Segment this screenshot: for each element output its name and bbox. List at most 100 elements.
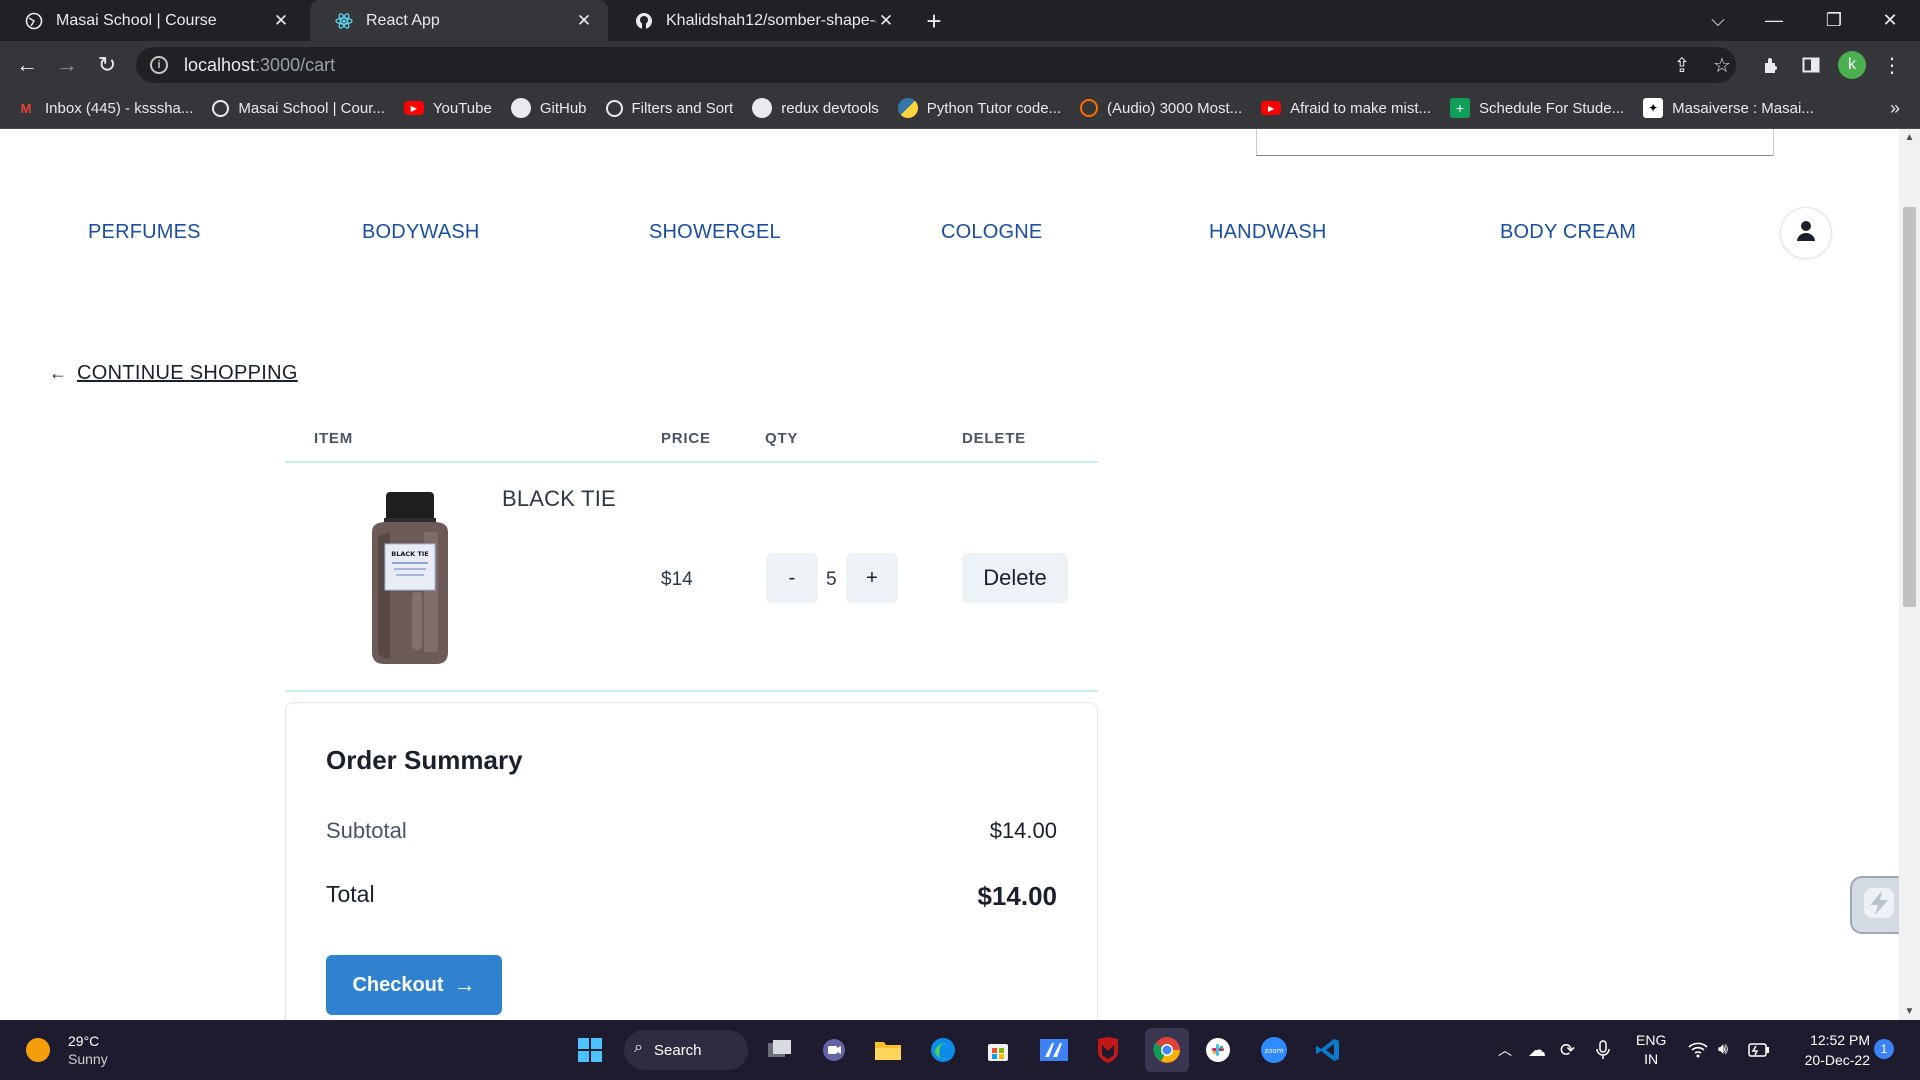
tab-search-icon[interactable]: ⌵ xyxy=(1690,0,1746,41)
nav-link-body-cream[interactable]: BODY CREAM xyxy=(1500,221,1636,244)
close-tab-icon[interactable]: ✕ xyxy=(271,11,291,31)
scroll-up-icon[interactable]: ▲ xyxy=(1899,129,1920,146)
close-tab-icon[interactable]: ✕ xyxy=(574,11,594,31)
bookmark-item[interactable]: M Inbox (445) - ksssha... xyxy=(16,98,194,118)
profile-avatar[interactable]: k xyxy=(1838,51,1866,79)
tab-github-repo[interactable]: Khalidshah12/somber-shape-478 ✕ xyxy=(610,0,910,41)
svg-text:BLACK TIE: BLACK TIE xyxy=(391,550,429,558)
github-icon xyxy=(510,98,531,118)
bookmark-item[interactable]: redux devtools xyxy=(752,98,879,118)
url-host: localhost xyxy=(184,54,256,75)
back-icon[interactable]: ← xyxy=(9,47,45,83)
windows-start-icon[interactable] xyxy=(572,1032,608,1068)
account-button[interactable] xyxy=(1780,207,1832,259)
user-icon xyxy=(1796,220,1816,247)
site-info-icon[interactable]: i xyxy=(150,56,168,74)
nav-link-perfumes[interactable]: PERFUMES xyxy=(88,221,201,244)
file-explorer-icon[interactable] xyxy=(870,1032,906,1068)
bookmark-item[interactable]: ✦ Masaiverse : Masai... xyxy=(1643,98,1814,118)
globe-icon xyxy=(605,99,623,117)
decrease-quantity-button[interactable]: - xyxy=(766,553,818,603)
volume-icon[interactable]: 🔊︎ xyxy=(1718,1020,1728,1080)
increase-quantity-button[interactable]: + xyxy=(846,553,898,603)
column-header-qty: QTY xyxy=(765,430,799,447)
minimize-icon[interactable]: — xyxy=(1746,0,1802,41)
nav-link-bodywash[interactable]: BODYWASH xyxy=(362,221,480,244)
new-tab-button[interactable]: + xyxy=(918,6,950,36)
address-url: localhost:3000/cart xyxy=(184,55,335,76)
bookmark-item[interactable]: ▶ Afraid to make mist... xyxy=(1261,100,1431,117)
header-divider xyxy=(285,461,1098,463)
bookmark-item[interactable]: Masai School | Cour... xyxy=(212,99,385,117)
bookmark-item[interactable]: Filters and Sort xyxy=(605,99,733,117)
subtotal-value: $14.00 xyxy=(989,818,1057,843)
microphone-icon[interactable] xyxy=(1596,1020,1610,1080)
wifi-icon[interactable] xyxy=(1688,1020,1708,1080)
bookmark-item[interactable]: + Schedule For Stude... xyxy=(1450,98,1624,118)
nav-link-showergel[interactable]: SHOWERGEL xyxy=(649,221,781,244)
edge-browser-icon[interactable] xyxy=(925,1032,961,1068)
onedrive-icon[interactable]: ☁ xyxy=(1528,1020,1546,1080)
continue-shopping-link[interactable]: ← CONTINUE SHOPPING xyxy=(49,362,298,385)
bookmark-star-icon[interactable]: ☆ xyxy=(1704,47,1740,83)
taskbar-search-label: Search xyxy=(654,1041,702,1059)
bookmark-item[interactable]: (Audio) 3000 Most... xyxy=(1080,99,1242,117)
forward-icon[interactable]: → xyxy=(49,47,85,83)
gmail-icon: M xyxy=(20,100,32,116)
reload-icon[interactable]: ↻ xyxy=(89,47,125,83)
taskbar-search[interactable]: ⌕ Search xyxy=(624,1030,748,1070)
column-header-item: ITEM xyxy=(314,430,354,447)
floating-widget-button[interactable] xyxy=(1850,876,1899,934)
total-label: Total xyxy=(326,881,375,907)
task-view-icon[interactable] xyxy=(762,1032,798,1068)
notification-badge[interactable]: 1 xyxy=(1874,1039,1894,1059)
browser-tab-strip: Masai School | Course ✕ React App ✕ Khal… xyxy=(0,0,1920,41)
bookmark-item[interactable]: ▶ YouTube xyxy=(403,100,492,117)
page-scrollbar[interactable]: ▲ ▼ xyxy=(1899,129,1920,1020)
clock-time: 12:52 PM xyxy=(1810,1032,1870,1048)
nav-link-handwash[interactable]: HANDWASH xyxy=(1209,221,1327,244)
tab-masai-course[interactable]: Masai School | Course ✕ xyxy=(0,0,305,41)
delete-item-button[interactable]: Delete xyxy=(962,553,1068,603)
side-panel-icon[interactable] xyxy=(1793,47,1829,83)
checkout-button[interactable]: Checkout → xyxy=(326,955,502,1015)
weather-widget[interactable]: 29°C Sunny xyxy=(26,1032,108,1068)
share-icon[interactable]: ⇪ xyxy=(1664,47,1700,83)
battery-icon[interactable] xyxy=(1748,1020,1770,1080)
teams-chat-icon[interactable] xyxy=(816,1032,852,1068)
microsoft-store-icon[interactable] xyxy=(980,1032,1016,1068)
address-bar[interactable]: i localhost:3000/cart xyxy=(136,47,1736,83)
arrow-left-icon: ← xyxy=(49,363,67,383)
youtube-icon: ▶ xyxy=(403,101,424,115)
globe-icon xyxy=(24,11,44,31)
zoom-icon[interactable]: zoom xyxy=(1256,1032,1292,1068)
tab-title: React App xyxy=(366,11,440,29)
nav-link-cologne[interactable]: COLOGNE xyxy=(941,221,1042,244)
language-indicator[interactable]: ENG IN xyxy=(1636,1031,1666,1069)
system-clock[interactable]: 12:52 PM 20-Dec-22 xyxy=(1790,1030,1870,1070)
github-icon xyxy=(634,11,654,31)
chrome-icon[interactable] xyxy=(1149,1032,1185,1068)
browser-menu-icon[interactable]: ⋮ xyxy=(1874,47,1910,83)
scroll-down-icon[interactable]: ▼ xyxy=(1899,1003,1920,1020)
tab-react-app[interactable]: React App ✕ xyxy=(310,0,608,41)
search-box-remnant[interactable] xyxy=(1256,129,1774,156)
visual-studio-icon[interactable] xyxy=(1036,1032,1072,1068)
product-image[interactable]: BLACK TIE xyxy=(360,492,460,667)
vscode-icon[interactable] xyxy=(1310,1032,1346,1068)
extensions-icon[interactable] xyxy=(1753,47,1789,83)
close-tab-icon[interactable]: ✕ xyxy=(876,11,896,31)
show-hidden-icons[interactable]: ︿ xyxy=(1498,1020,1512,1080)
mcafee-icon[interactable] xyxy=(1090,1032,1126,1068)
scrollbar-thumb[interactable] xyxy=(1903,207,1916,607)
bookmark-label: Inbox (445) - ksssha... xyxy=(45,99,194,117)
bookmark-item[interactable]: GitHub xyxy=(510,98,587,118)
more-bookmarks-icon[interactable]: » xyxy=(1890,88,1900,129)
sync-icon[interactable]: ⟳ xyxy=(1560,1020,1575,1080)
close-window-icon[interactable]: ✕ xyxy=(1862,0,1918,41)
order-summary-card: Order Summary Subtotal $14.00 Total $14.… xyxy=(285,702,1098,1020)
bookmark-label: Python Tutor code... xyxy=(926,99,1062,117)
bookmark-item[interactable]: Python Tutor code... xyxy=(897,98,1062,118)
slack-icon[interactable] xyxy=(1200,1032,1236,1068)
restore-icon[interactable]: ❐ xyxy=(1806,0,1862,41)
